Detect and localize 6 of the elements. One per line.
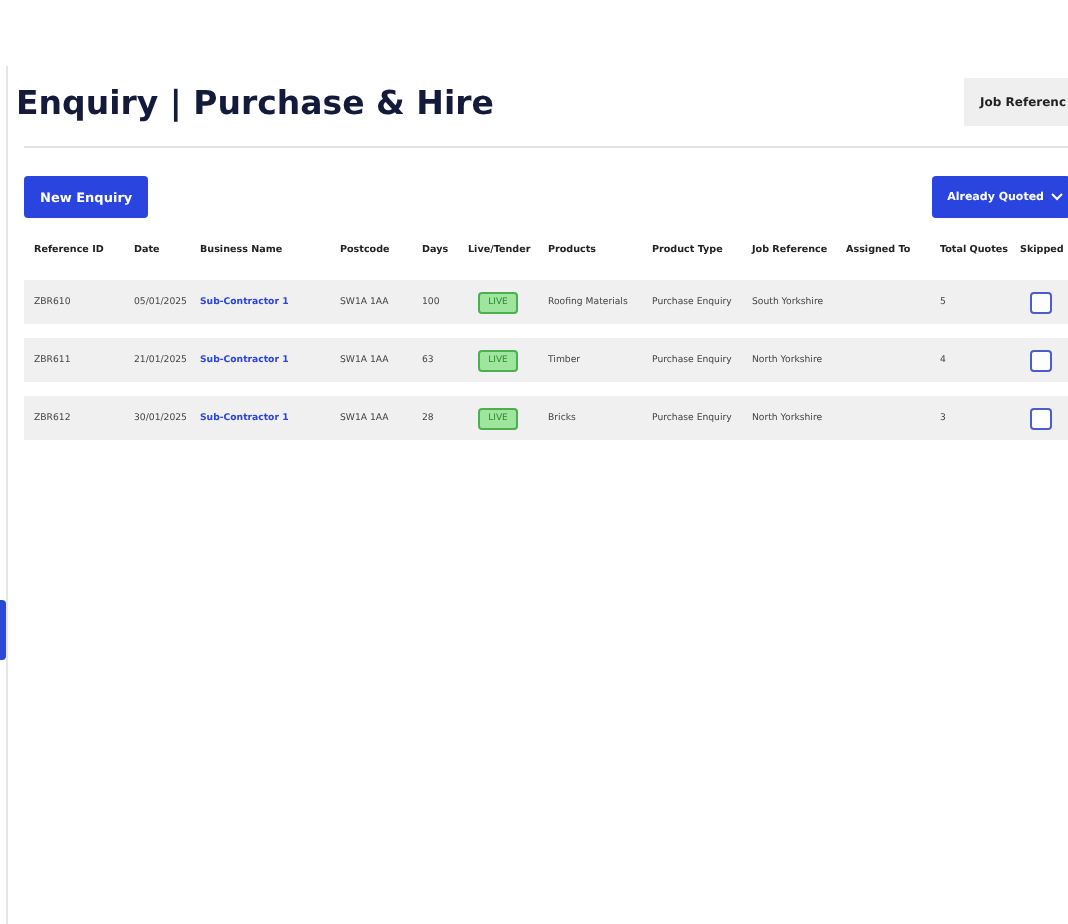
checkbox[interactable] [1029,349,1051,371]
page-title: Enquiry | Purchase & Hire [16,83,494,121]
checkbox[interactable] [1029,291,1051,313]
chevron-down-icon [1050,192,1064,202]
active-indicator [0,600,6,660]
checkbox[interactable] [1029,407,1051,429]
